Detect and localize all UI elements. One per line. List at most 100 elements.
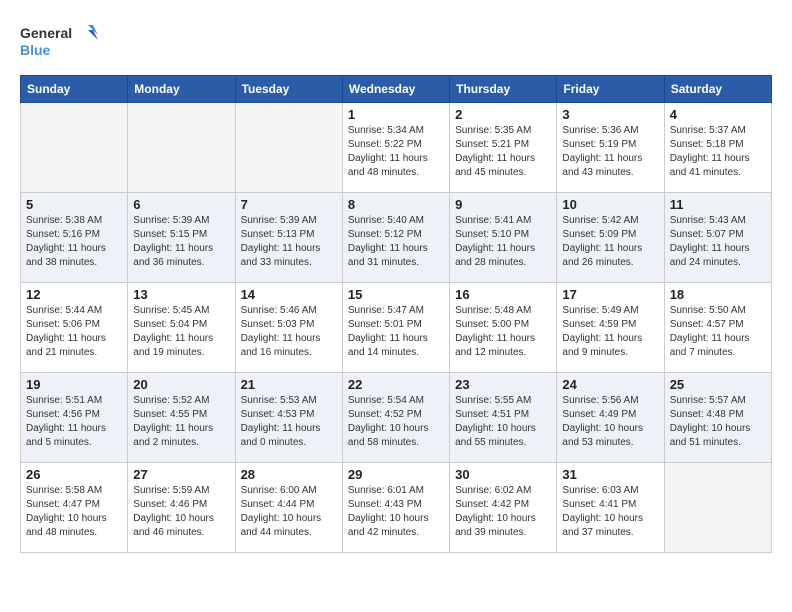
day-number: 12 — [26, 287, 122, 302]
calendar-cell — [664, 463, 771, 553]
day-number: 1 — [348, 107, 444, 122]
calendar-cell: 21 Sunrise: 5:53 AMSunset: 4:53 PMDayligh… — [235, 373, 342, 463]
day-info: Sunrise: 5:45 AMSunset: 5:04 PMDaylight:… — [133, 304, 229, 360]
calendar-cell: 14 Sunrise: 5:46 AMSunset: 5:03 PMDayligh… — [235, 283, 342, 373]
week-row-3: 12 Sunrise: 5:44 AMSunset: 5:06 PMDayligh… — [21, 283, 772, 373]
day-number: 8 — [348, 197, 444, 212]
day-info: Sunrise: 5:57 AMSunset: 4:48 PMDaylight:… — [670, 394, 766, 450]
day-info: Sunrise: 5:39 AMSunset: 5:15 PMDaylight:… — [133, 214, 229, 270]
day-info: Sunrise: 5:42 AMSunset: 5:09 PMDaylight:… — [562, 214, 658, 270]
day-number: 29 — [348, 467, 444, 482]
day-info: Sunrise: 5:58 AMSunset: 4:47 PMDaylight:… — [26, 484, 122, 540]
day-info: Sunrise: 5:51 AMSunset: 4:56 PMDaylight:… — [26, 394, 122, 450]
calendar-cell: 18Sunrise: 5:50 AMSunset: 4:57 PMDayligh… — [664, 283, 771, 373]
calendar-cell: 6 Sunrise: 5:39 AMSunset: 5:15 PMDaylight… — [128, 193, 235, 283]
day-number: 14 — [241, 287, 337, 302]
day-info: Sunrise: 5:46 AMSunset: 5:03 PMDaylight:… — [241, 304, 337, 360]
day-number: 16 — [455, 287, 551, 302]
day-info: Sunrise: 5:35 AMSunset: 5:21 PMDaylight:… — [455, 124, 551, 180]
header-row: SundayMondayTuesdayWednesdayThursdayFrid… — [21, 76, 772, 103]
col-header-tuesday: Tuesday — [235, 76, 342, 103]
logo-svg: General Blue — [20, 20, 100, 65]
col-header-wednesday: Wednesday — [342, 76, 449, 103]
day-info: Sunrise: 5:54 AMSunset: 4:52 PMDaylight:… — [348, 394, 444, 450]
svg-text:General: General — [20, 25, 72, 41]
day-number: 3 — [562, 107, 658, 122]
col-header-monday: Monday — [128, 76, 235, 103]
calendar-cell: 13 Sunrise: 5:45 AMSunset: 5:04 PMDayligh… — [128, 283, 235, 373]
calendar-cell: 8 Sunrise: 5:40 AMSunset: 5:12 PMDaylight… — [342, 193, 449, 283]
week-row-5: 26 Sunrise: 5:58 AMSunset: 4:47 PMDayligh… — [21, 463, 772, 553]
calendar-cell — [21, 103, 128, 193]
day-number: 24 — [562, 377, 658, 392]
day-info: Sunrise: 5:59 AMSunset: 4:46 PMDaylight:… — [133, 484, 229, 540]
day-number: 6 — [133, 197, 229, 212]
calendar-cell: 15 Sunrise: 5:47 AMSunset: 5:01 PMDayligh… — [342, 283, 449, 373]
day-info: Sunrise: 5:34 AMSunset: 5:22 PMDaylight:… — [348, 124, 444, 180]
day-number: 21 — [241, 377, 337, 392]
calendar-cell: 9 Sunrise: 5:41 AMSunset: 5:10 PMDaylight… — [450, 193, 557, 283]
day-number: 13 — [133, 287, 229, 302]
logo: General Blue — [20, 20, 100, 65]
day-info: Sunrise: 5:43 AMSunset: 5:07 PMDaylight:… — [670, 214, 766, 270]
col-header-saturday: Saturday — [664, 76, 771, 103]
svg-text:Blue: Blue — [20, 42, 51, 58]
day-info: Sunrise: 5:37 AMSunset: 5:18 PMDaylight:… — [670, 124, 766, 180]
calendar-cell: 29Sunrise: 6:01 AMSunset: 4:43 PMDayligh… — [342, 463, 449, 553]
day-number: 30 — [455, 467, 551, 482]
calendar-cell: 3 Sunrise: 5:36 AMSunset: 5:19 PMDaylight… — [557, 103, 664, 193]
calendar-cell: 28 Sunrise: 6:00 AMSunset: 4:44 PMDayligh… — [235, 463, 342, 553]
calendar-cell: 16 Sunrise: 5:48 AMSunset: 5:00 PMDayligh… — [450, 283, 557, 373]
day-info: Sunrise: 5:48 AMSunset: 5:00 PMDaylight:… — [455, 304, 551, 360]
calendar-cell: 26 Sunrise: 5:58 AMSunset: 4:47 PMDayligh… — [21, 463, 128, 553]
col-header-thursday: Thursday — [450, 76, 557, 103]
col-header-sunday: Sunday — [21, 76, 128, 103]
calendar-cell: 4Sunrise: 5:37 AMSunset: 5:18 PMDaylight… — [664, 103, 771, 193]
day-number: 10 — [562, 197, 658, 212]
day-number: 15 — [348, 287, 444, 302]
day-info: Sunrise: 5:40 AMSunset: 5:12 PMDaylight:… — [348, 214, 444, 270]
day-info: Sunrise: 5:47 AMSunset: 5:01 PMDaylight:… — [348, 304, 444, 360]
calendar-cell: 25 Sunrise: 5:57 AMSunset: 4:48 PMDayligh… — [664, 373, 771, 463]
day-info: Sunrise: 6:02 AMSunset: 4:42 PMDaylight:… — [455, 484, 551, 540]
calendar-cell: 7 Sunrise: 5:39 AMSunset: 5:13 PMDaylight… — [235, 193, 342, 283]
day-number: 9 — [455, 197, 551, 212]
day-number: 26 — [26, 467, 122, 482]
calendar-cell — [235, 103, 342, 193]
day-number: 27 — [133, 467, 229, 482]
day-number: 28 — [241, 467, 337, 482]
calendar-cell: 23Sunrise: 5:55 AMSunset: 4:51 PMDayligh… — [450, 373, 557, 463]
week-row-4: 19Sunrise: 5:51 AMSunset: 4:56 PMDayligh… — [21, 373, 772, 463]
calendar-cell: 22Sunrise: 5:54 AMSunset: 4:52 PMDayligh… — [342, 373, 449, 463]
calendar-cell: 19Sunrise: 5:51 AMSunset: 4:56 PMDayligh… — [21, 373, 128, 463]
day-info: Sunrise: 5:53 AMSunset: 4:53 PMDaylight:… — [241, 394, 337, 450]
day-number: 2 — [455, 107, 551, 122]
day-info: Sunrise: 5:39 AMSunset: 5:13 PMDaylight:… — [241, 214, 337, 270]
calendar-cell: 5 Sunrise: 5:38 AMSunset: 5:16 PMDaylight… — [21, 193, 128, 283]
calendar-cell: 30 Sunrise: 6:02 AMSunset: 4:42 PMDayligh… — [450, 463, 557, 553]
day-info: Sunrise: 5:56 AMSunset: 4:49 PMDaylight:… — [562, 394, 658, 450]
calendar-cell: 17 Sunrise: 5:49 AMSunset: 4:59 PMDayligh… — [557, 283, 664, 373]
day-number: 17 — [562, 287, 658, 302]
day-info: Sunrise: 5:44 AMSunset: 5:06 PMDaylight:… — [26, 304, 122, 360]
day-info: Sunrise: 5:49 AMSunset: 4:59 PMDaylight:… — [562, 304, 658, 360]
calendar-table: SundayMondayTuesdayWednesdayThursdayFrid… — [20, 75, 772, 553]
day-number: 18 — [670, 287, 766, 302]
day-info: Sunrise: 5:41 AMSunset: 5:10 PMDaylight:… — [455, 214, 551, 270]
calendar-cell — [128, 103, 235, 193]
day-number: 7 — [241, 197, 337, 212]
day-info: Sunrise: 5:52 AMSunset: 4:55 PMDaylight:… — [133, 394, 229, 450]
calendar-cell: 31Sunrise: 6:03 AMSunset: 4:41 PMDayligh… — [557, 463, 664, 553]
day-number: 11 — [670, 197, 766, 212]
day-number: 20 — [133, 377, 229, 392]
day-number: 25 — [670, 377, 766, 392]
day-info: Sunrise: 6:00 AMSunset: 4:44 PMDaylight:… — [241, 484, 337, 540]
calendar-cell: 1 Sunrise: 5:34 AMSunset: 5:22 PMDaylight… — [342, 103, 449, 193]
day-info: Sunrise: 5:36 AMSunset: 5:19 PMDaylight:… — [562, 124, 658, 180]
day-info: Sunrise: 5:38 AMSunset: 5:16 PMDaylight:… — [26, 214, 122, 270]
calendar-cell: 27 Sunrise: 5:59 AMSunset: 4:46 PMDayligh… — [128, 463, 235, 553]
page-header: General Blue — [20, 20, 772, 65]
day-info: Sunrise: 5:55 AMSunset: 4:51 PMDaylight:… — [455, 394, 551, 450]
calendar-cell: 10 Sunrise: 5:42 AMSunset: 5:09 PMDayligh… — [557, 193, 664, 283]
day-number: 5 — [26, 197, 122, 212]
